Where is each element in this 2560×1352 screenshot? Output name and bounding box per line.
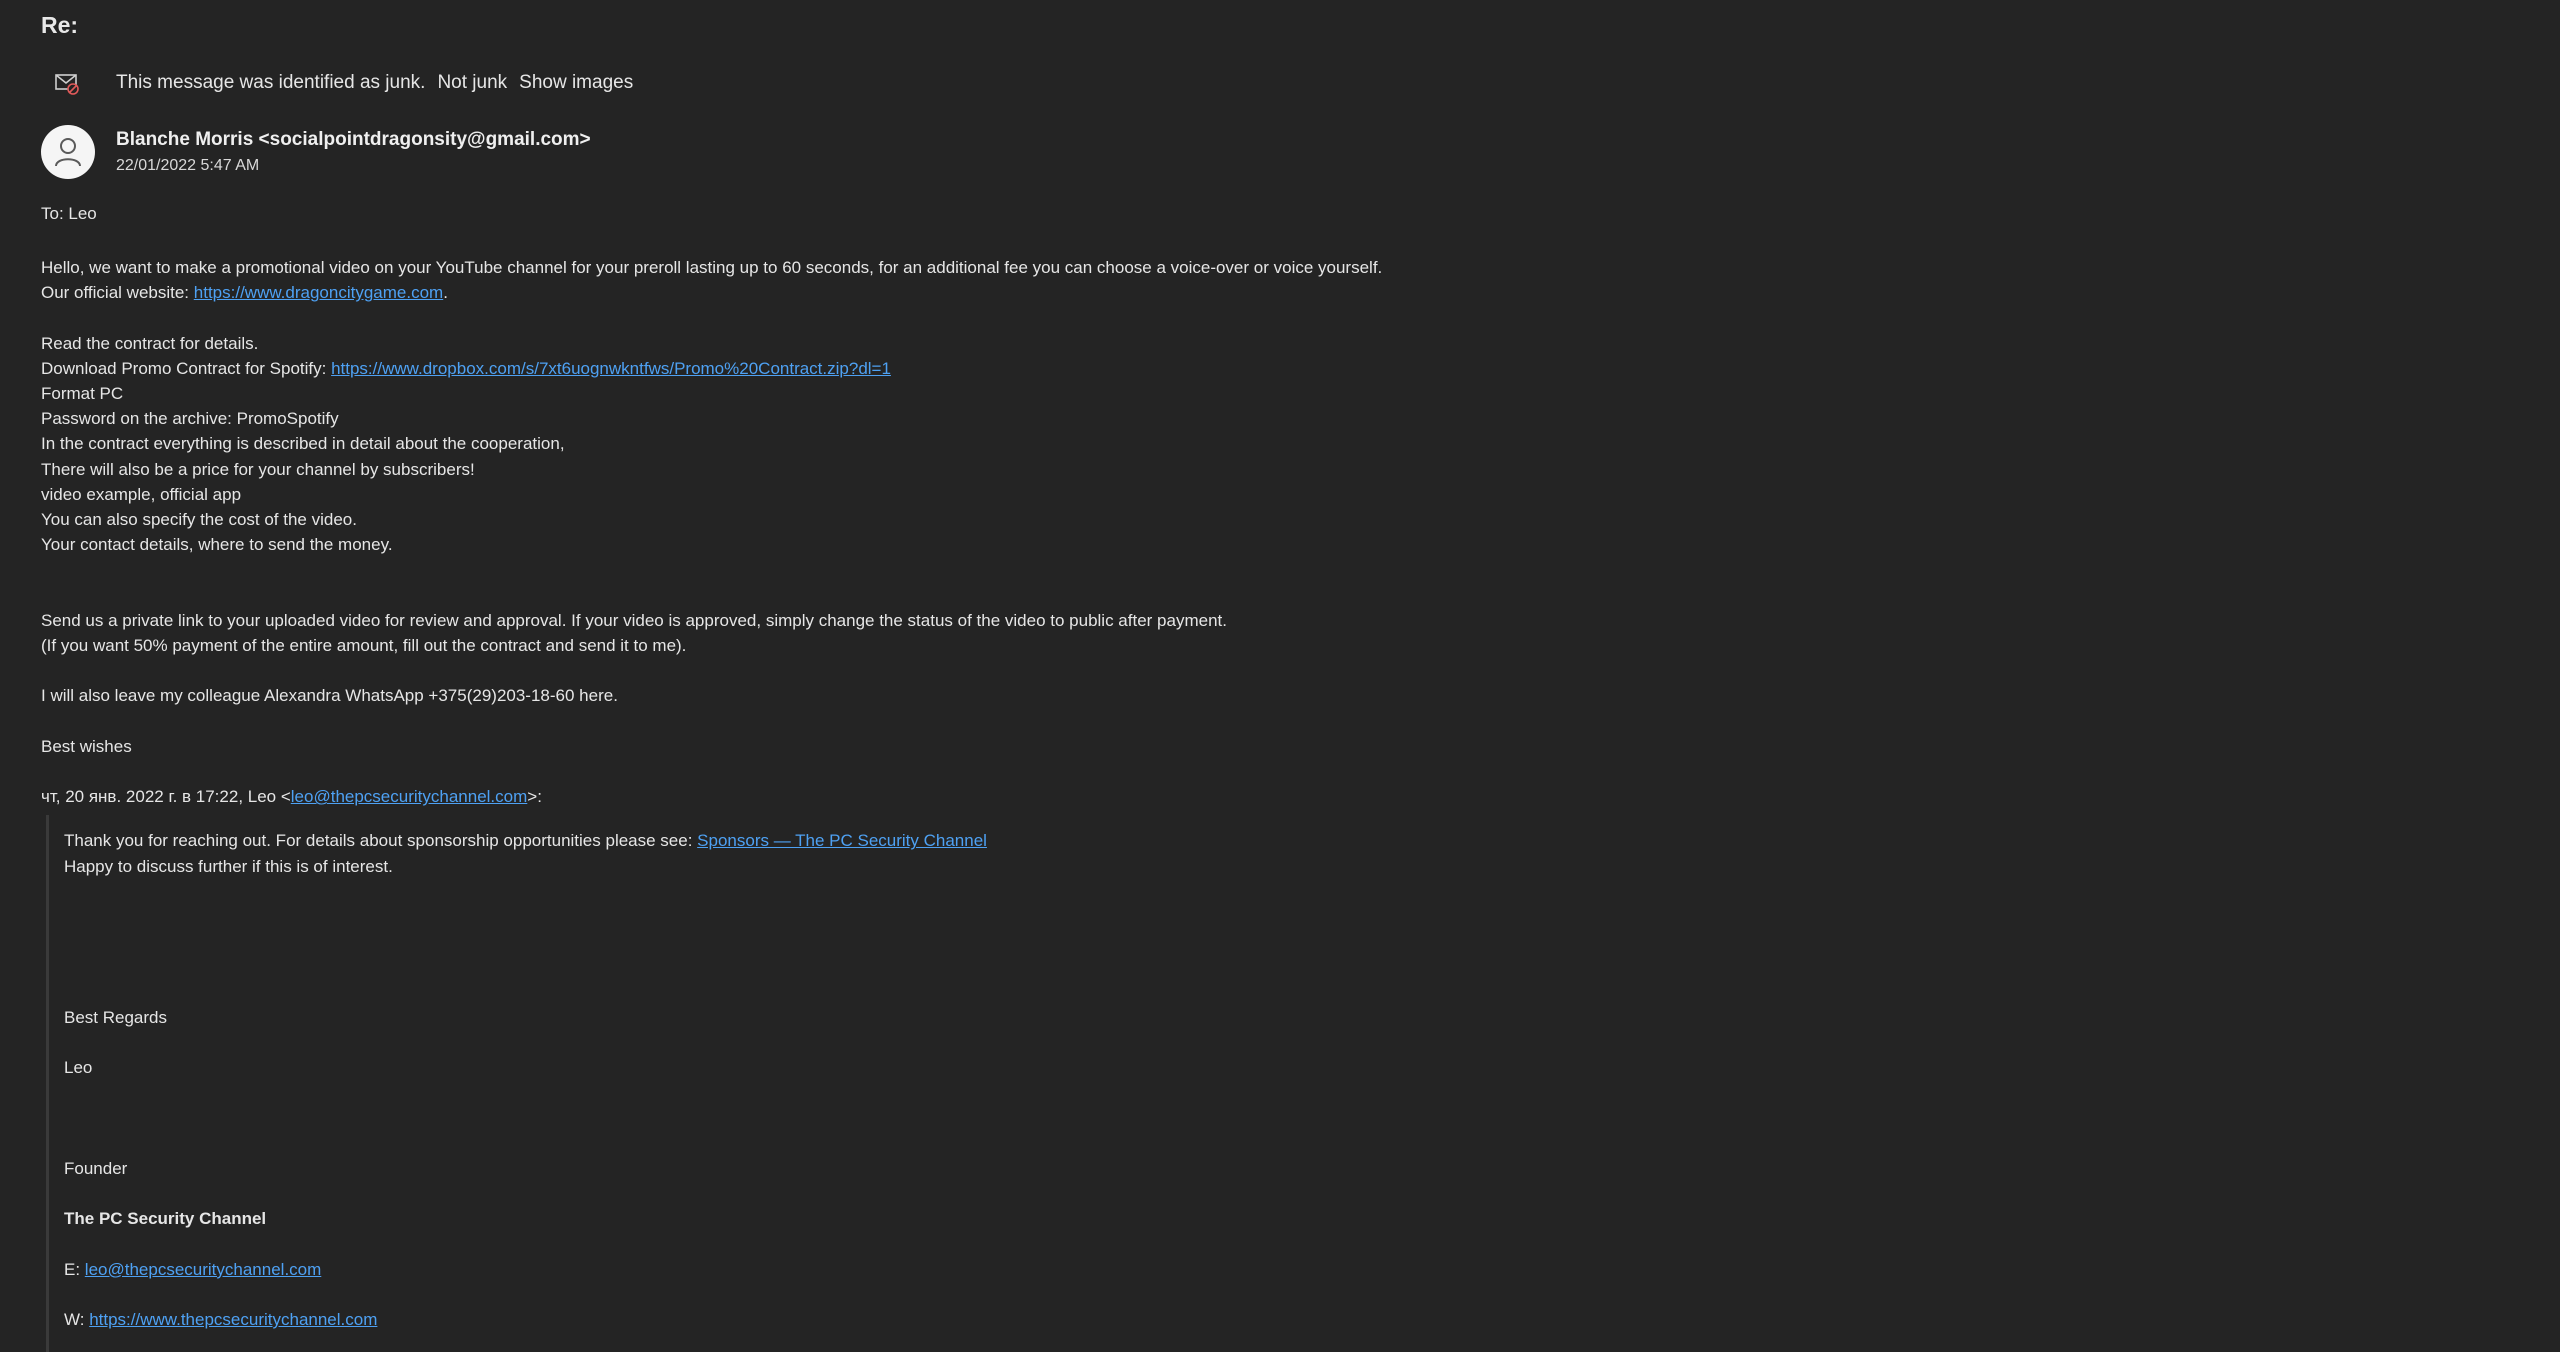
sender-name-email[interactable]: Blanche Morris <socialpointdragonsity@gm… bbox=[116, 127, 591, 153]
body-download-line: Download Promo Contract for Spotify: htt… bbox=[41, 358, 891, 378]
junk-warning-text: This message was identified as junk. bbox=[116, 72, 426, 93]
quote-thanks-line: Thank you for reaching out. For details … bbox=[64, 831, 987, 851]
recipient-line: To: Leo bbox=[41, 204, 97, 223]
body-payment-line: (If you want 50% payment of the entire a… bbox=[41, 636, 687, 655]
quote-signature-title: Founder bbox=[64, 1158, 128, 1178]
body-cost-line: You can also specify the cost of the vid… bbox=[41, 510, 357, 530]
body-video-example: video example, official app bbox=[41, 484, 242, 504]
quote-happy-line: Happy to discuss further if this is of i… bbox=[64, 856, 393, 876]
email-reading-pane: Re: This message was identified as junk.… bbox=[0, 0, 2560, 1352]
body-best-wishes: Best wishes bbox=[41, 736, 132, 756]
body-paragraph-intro: Hello, we want to make a promotional vid… bbox=[41, 258, 1383, 277]
body-contract-line: In the contract everything is described … bbox=[41, 434, 565, 454]
sender-header: Blanche Morris <socialpointdragonsity@gm… bbox=[41, 125, 591, 179]
body-read-contract: Read the contract for details. bbox=[41, 333, 259, 353]
sent-date: 22/01/2022 5:47 AM bbox=[116, 157, 260, 174]
email-body: Hello, we want to make a promotional vid… bbox=[41, 255, 2501, 1352]
body-contact-line: Your contact details, where to send the … bbox=[41, 535, 393, 555]
junk-mail-icon bbox=[55, 74, 79, 95]
quote-signature-email: E: leo@thepcsecuritychannel.com bbox=[64, 1259, 322, 1279]
email-subject: Re: bbox=[41, 12, 79, 38]
quoted-message: Thank you for reaching out. For details … bbox=[46, 815, 2501, 1352]
junk-warning-bar: This message was identified as junk. Not… bbox=[54, 70, 645, 96]
avatar[interactable] bbox=[41, 125, 95, 179]
quote-signature-company: The PC Security Channel bbox=[64, 1209, 267, 1229]
quote-signature-name: Leo bbox=[64, 1058, 93, 1078]
show-images-button[interactable]: Show images bbox=[519, 72, 633, 94]
download-contract-link[interactable]: https://www.dropbox.com/s/7xt6uognwkntfw… bbox=[331, 359, 891, 378]
body-price-line: There will also be a price for your chan… bbox=[41, 459, 475, 479]
sponsors-link[interactable]: Sponsors — The PC Security Channel bbox=[697, 831, 987, 850]
person-icon bbox=[55, 138, 81, 167]
body-password: Password on the archive: PromoSpotify bbox=[41, 409, 339, 429]
signature-email-link[interactable]: leo@thepcsecuritychannel.com bbox=[85, 1260, 322, 1279]
quote-header: чт, 20 янв. 2022 г. в 17:22, Leo <leo@th… bbox=[41, 787, 542, 807]
website-link[interactable]: https://www.dragoncitygame.com bbox=[194, 283, 443, 302]
body-website-line: Our official website: https://www.dragon… bbox=[41, 283, 448, 303]
quote-header-email-link[interactable]: leo@thepcsecuritychannel.com bbox=[291, 787, 528, 806]
signature-website-link[interactable]: https://www.thepcsecuritychannel.com bbox=[89, 1310, 377, 1329]
not-junk-button[interactable]: Not junk bbox=[437, 72, 507, 94]
quote-signature-web: W: https://www.thepcsecuritychannel.com bbox=[64, 1310, 378, 1330]
body-colleague-line: I will also leave my colleague Alexandra… bbox=[41, 686, 618, 706]
body-format: Format PC bbox=[41, 384, 124, 403]
body-send-link-line: Send us a private link to your uploaded … bbox=[41, 610, 1227, 630]
quote-best-regards: Best Regards bbox=[64, 1007, 167, 1027]
